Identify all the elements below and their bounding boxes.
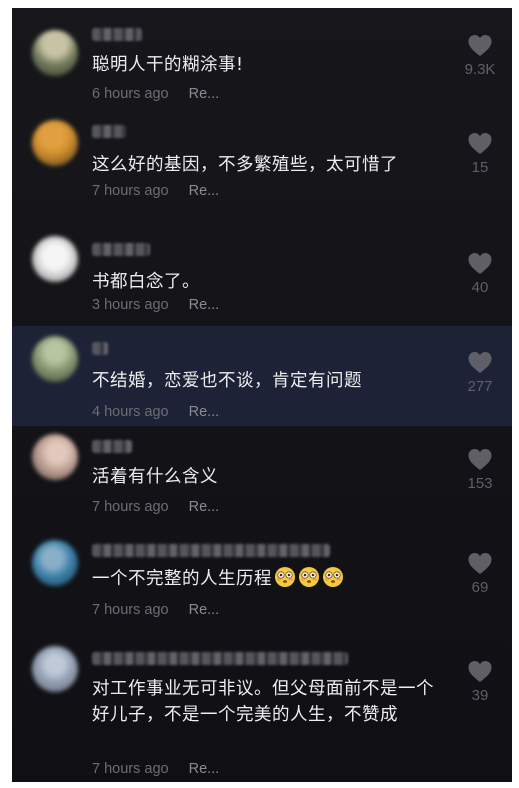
avatar[interactable] (32, 646, 78, 692)
timestamp: 3 hours ago (92, 297, 169, 313)
flushed-face-emoji-icon (323, 567, 343, 587)
comment-text: 不结婚，恋爱也不谈，肯定有问题 (92, 371, 362, 391)
comment-text: 这么好的基因，不多繁殖些，太可惜了 (92, 155, 398, 175)
reply-link[interactable]: Re... (189, 86, 220, 102)
comment-text: 对工作事业无可非议。但父母面前不是一个好儿子，不是一个完美的人生，不赞成 (92, 679, 434, 725)
comment-item: 对工作事业无可非议。但父母面前不是一个好儿子，不是一个完美的人生，不赞成 7 h… (12, 638, 512, 782)
reply-link[interactable]: Re... (189, 297, 220, 313)
comment-text: 一个不完整的人生历程 (92, 566, 442, 592)
comment-item: 一个不完整的人生历程 7 hours ago Re... 69 (12, 526, 512, 638)
reply-link[interactable]: Re... (189, 602, 220, 618)
comment-meta: 6 hours ago Re... (92, 86, 219, 102)
like-count: 153 (467, 475, 493, 492)
comment-meta: 7 hours ago Re... (92, 183, 219, 199)
flushed-face-emoji-icon (299, 567, 319, 587)
like-button[interactable]: 15 (452, 132, 508, 176)
like-button[interactable]: 40 (452, 252, 508, 296)
comment-item: 书都白念了。 3 hours ago Re... 40 (12, 226, 512, 326)
like-count: 15 (471, 159, 489, 176)
heart-icon[interactable] (467, 552, 493, 575)
like-button[interactable]: 153 (452, 448, 508, 492)
timestamp: 7 hours ago (92, 761, 169, 777)
like-count: 277 (467, 378, 493, 395)
heart-icon[interactable] (467, 252, 493, 275)
heart-icon[interactable] (467, 351, 493, 374)
flushed-face-emoji-icon (275, 567, 295, 587)
avatar[interactable] (32, 120, 78, 166)
comment-text: 聪明人干的糊涂事! (92, 55, 244, 75)
comment-list: 聪明人干的糊涂事! 6 hours ago Re... 9.3K 这么好的基因，不… (12, 8, 512, 782)
comment-meta: 7 hours ago Re... (92, 499, 219, 515)
reply-link[interactable]: Re... (189, 499, 220, 515)
comment-text: 书都白念了。 (92, 272, 200, 292)
username-blurred[interactable] (92, 440, 132, 453)
comment-item-highlighted: 不结婚，恋爱也不谈，肯定有问题 4 hours ago Re... 277 (12, 326, 512, 426)
like-count: 40 (471, 279, 489, 296)
reply-link[interactable]: Re... (189, 404, 220, 420)
comment-item: 聪明人干的糊涂事! 6 hours ago Re... 9.3K (12, 8, 512, 112)
like-button[interactable]: 277 (452, 351, 508, 395)
timestamp: 6 hours ago (92, 86, 169, 102)
comment-item: 这么好的基因，不多繁殖些，太可惜了 7 hours ago Re... 15 (12, 112, 512, 226)
comment-text-content: 一个不完整的人生历程 (92, 569, 272, 589)
reply-link[interactable]: Re... (189, 761, 220, 777)
heart-icon[interactable] (467, 34, 493, 57)
avatar[interactable] (32, 540, 78, 586)
username-blurred[interactable] (92, 243, 150, 256)
avatar[interactable] (32, 434, 78, 480)
heart-icon[interactable] (467, 660, 493, 683)
username-blurred[interactable] (92, 28, 142, 41)
username-blurred[interactable] (92, 125, 126, 138)
timestamp: 7 hours ago (92, 183, 169, 199)
heart-icon[interactable] (467, 132, 493, 155)
avatar[interactable] (32, 30, 78, 76)
username-blurred[interactable] (92, 342, 108, 355)
comment-meta: 7 hours ago Re... (92, 761, 219, 777)
username-blurred[interactable] (92, 544, 330, 557)
timestamp: 7 hours ago (92, 602, 169, 618)
like-count: 69 (471, 579, 489, 596)
comment-meta: 3 hours ago Re... (92, 297, 219, 313)
like-count: 39 (471, 687, 489, 704)
like-button[interactable]: 69 (452, 552, 508, 596)
heart-icon[interactable] (467, 448, 493, 471)
reply-link[interactable]: Re... (189, 183, 220, 199)
timestamp: 4 hours ago (92, 404, 169, 420)
comment-item: 活着有什么含义 7 hours ago Re... 153 (12, 426, 512, 526)
comment-text: 活着有什么含义 (92, 467, 218, 487)
like-button[interactable]: 9.3K (452, 34, 508, 78)
avatar[interactable] (32, 336, 78, 382)
comment-meta: 4 hours ago Re... (92, 404, 219, 420)
avatar[interactable] (32, 236, 78, 282)
timestamp: 7 hours ago (92, 499, 169, 515)
like-button[interactable]: 39 (452, 660, 508, 704)
comment-meta: 7 hours ago Re... (92, 602, 219, 618)
username-blurred[interactable] (92, 652, 348, 665)
like-count: 9.3K (464, 61, 496, 78)
